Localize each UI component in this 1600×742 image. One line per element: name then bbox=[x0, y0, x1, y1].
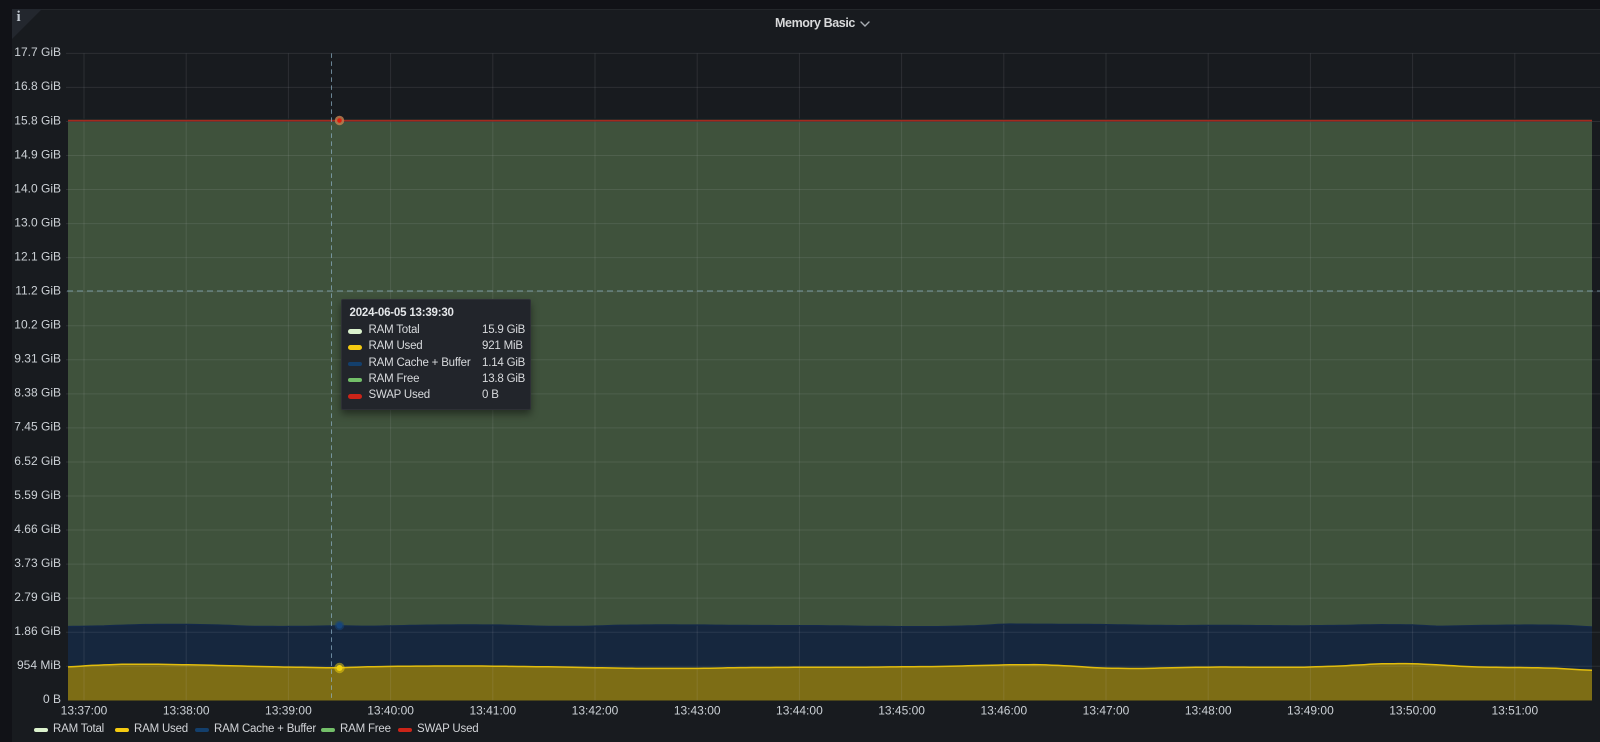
svg-text:13:49:00: 13:49:00 bbox=[1287, 704, 1334, 718]
svg-text:13:44:00: 13:44:00 bbox=[776, 704, 823, 718]
svg-text:17.7 GiB: 17.7 GiB bbox=[14, 45, 61, 59]
svg-text:1.86 GiB: 1.86 GiB bbox=[14, 624, 61, 638]
svg-text:13:37:00: 13:37:00 bbox=[61, 704, 108, 718]
svg-text:12.1 GiB: 12.1 GiB bbox=[14, 249, 61, 263]
svg-text:14.0 GiB: 14.0 GiB bbox=[14, 181, 61, 195]
svg-text:16.8 GiB: 16.8 GiB bbox=[14, 79, 61, 93]
svg-text:4.66 GiB: 4.66 GiB bbox=[14, 522, 61, 536]
svg-text:7.45 GiB: 7.45 GiB bbox=[14, 420, 61, 434]
svg-text:13:38:00: 13:38:00 bbox=[163, 704, 210, 718]
svg-text:11.2 GiB: 11.2 GiB bbox=[15, 284, 61, 298]
svg-text:6.52 GiB: 6.52 GiB bbox=[14, 454, 61, 468]
svg-text:14.9 GiB: 14.9 GiB bbox=[14, 147, 61, 161]
svg-text:954 MiB: 954 MiB bbox=[17, 658, 61, 672]
svg-text:3.73 GiB: 3.73 GiB bbox=[14, 556, 61, 570]
svg-text:15.8 GiB: 15.8 GiB bbox=[14, 113, 61, 127]
svg-text:13:43:00: 13:43:00 bbox=[674, 704, 721, 718]
svg-text:13:41:00: 13:41:00 bbox=[469, 704, 516, 718]
svg-text:0 B: 0 B bbox=[43, 692, 61, 706]
svg-text:10.2 GiB: 10.2 GiB bbox=[14, 318, 61, 332]
svg-text:13:51:00: 13:51:00 bbox=[1491, 704, 1538, 718]
svg-text:9.31 GiB: 9.31 GiB bbox=[14, 352, 61, 366]
svg-text:2.79 GiB: 2.79 GiB bbox=[14, 590, 61, 604]
svg-text:13:45:00: 13:45:00 bbox=[878, 704, 925, 718]
svg-text:13:39:00: 13:39:00 bbox=[265, 704, 312, 718]
svg-text:13:40:00: 13:40:00 bbox=[367, 704, 414, 718]
svg-text:13:42:00: 13:42:00 bbox=[572, 704, 619, 718]
svg-text:13:50:00: 13:50:00 bbox=[1389, 704, 1436, 718]
svg-text:13:46:00: 13:46:00 bbox=[980, 704, 1027, 718]
svg-text:8.38 GiB: 8.38 GiB bbox=[14, 386, 61, 400]
svg-text:5.59 GiB: 5.59 GiB bbox=[14, 488, 61, 502]
svg-text:13.0 GiB: 13.0 GiB bbox=[14, 215, 61, 229]
svg-text:13:48:00: 13:48:00 bbox=[1185, 704, 1232, 718]
svg-text:13:47:00: 13:47:00 bbox=[1083, 704, 1130, 718]
